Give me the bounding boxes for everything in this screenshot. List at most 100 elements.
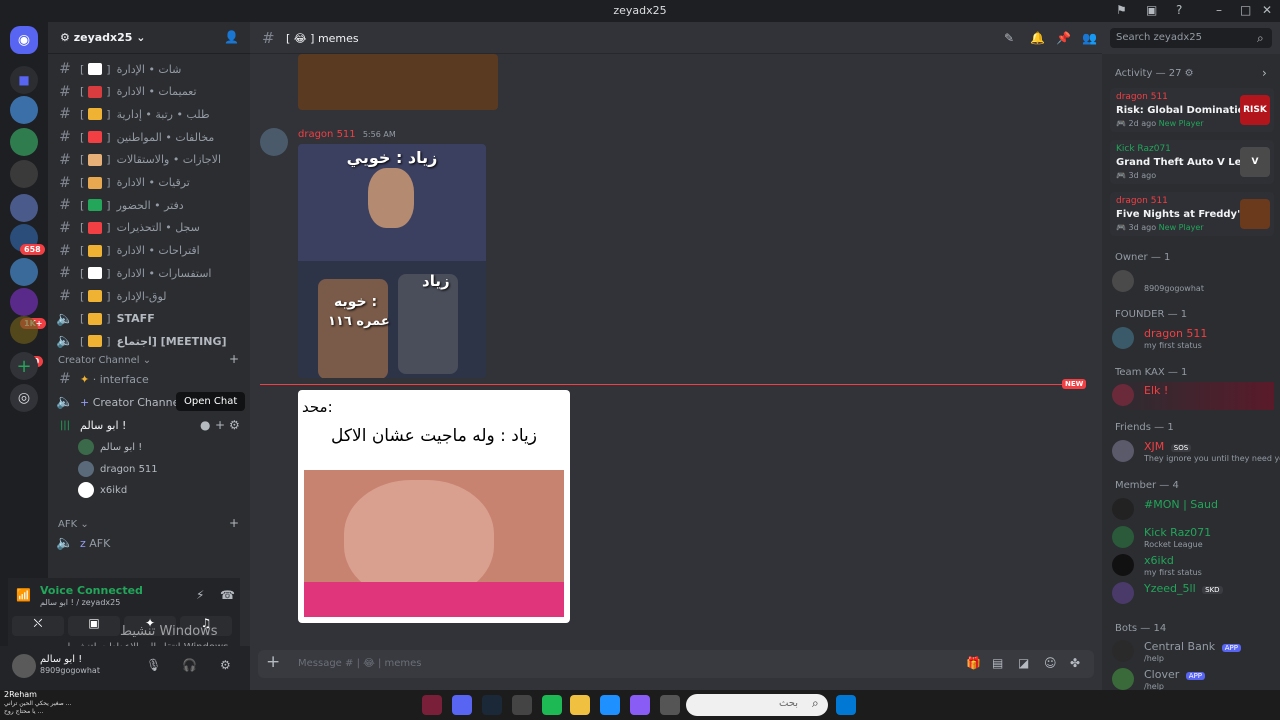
screenshare-button[interactable]: ▣ [68, 616, 120, 636]
channel-item[interactable]: # [] استفسارات • الادارة [56, 262, 242, 284]
add-server-icon[interactable]: + [10, 352, 38, 380]
previous-image[interactable] [298, 54, 498, 110]
folder-icon[interactable] [570, 695, 590, 715]
app-icon-1[interactable] [422, 695, 442, 715]
noise-icon[interactable]: ⚡ [196, 588, 204, 602]
afk-category[interactable]: AFK ⌄ [58, 519, 89, 530]
edge-icon[interactable] [600, 695, 620, 715]
channel-afk[interactable]: 🔈 z AFK [56, 532, 242, 554]
server-icon-5[interactable] [10, 194, 38, 222]
member-row[interactable]: Elk ! [1112, 382, 1274, 410]
steam-icon[interactable] [482, 695, 502, 715]
chevron-right-icon[interactable]: › [1262, 66, 1267, 80]
apps-icon[interactable]: ✤ [1070, 656, 1080, 670]
server-icon-9[interactable] [10, 316, 38, 344]
camera-button[interactable]: ⛌ [12, 616, 64, 636]
inbox-icon[interactable]: ⚑ [1116, 3, 1127, 17]
add-channel-icon[interactable]: + [229, 352, 239, 366]
attach-icon[interactable]: + [266, 652, 280, 672]
user-name[interactable]: ابو سالم ! [40, 654, 82, 665]
channel-item[interactable]: # [] تعميمات • الادارة [56, 81, 242, 103]
channel-item[interactable]: # [] مخالفات • المواطنين [56, 126, 242, 148]
add-channel-icon[interactable]: + [229, 516, 239, 530]
member-row[interactable]: #MON | Saud [1112, 496, 1274, 524]
start-icon[interactable] [836, 695, 856, 715]
meme-image-2[interactable]: محد: زياد : وله ماجيت عشان الاكل [298, 390, 570, 623]
member-row[interactable]: Kick Raz071 Rocket League [1112, 524, 1274, 552]
server-icon-2[interactable] [10, 96, 38, 124]
activity-card[interactable]: dragon 511 Risk: Global Domination 🎮 2d ag… [1110, 88, 1274, 132]
bell-icon[interactable]: 🔔 [1030, 31, 1045, 45]
members-icon[interactable]: 👥 [1082, 31, 1097, 45]
settings-icon[interactable]: ⚙ [220, 658, 231, 672]
discord-home-icon[interactable]: ◉ [10, 26, 38, 54]
activity-title[interactable]: Activity — 27 ⚙ [1115, 68, 1194, 79]
member-row[interactable]: 8909gogowhat [1112, 268, 1274, 296]
disconnect-icon[interactable]: ☎ [220, 588, 235, 602]
add-user-icon[interactable]: + [215, 418, 225, 432]
message-input[interactable]: Message # | 😂 | memes [298, 658, 422, 669]
server-icon-1[interactable]: ■ [10, 66, 38, 94]
app-icon-9[interactable] [660, 695, 680, 715]
close-button[interactable]: ✕ [1262, 3, 1272, 17]
channel-item[interactable]: # [] طلب • رتبة • إدارية [56, 103, 242, 125]
server-icon-3[interactable] [10, 128, 38, 156]
server-icon-4[interactable] [10, 160, 38, 188]
avatar[interactable] [12, 654, 36, 678]
voice-user[interactable]: x6ikd [78, 480, 127, 500]
app-icon-5[interactable] [542, 695, 562, 715]
emoji-icon[interactable]: ☺ [1044, 656, 1057, 670]
mic-icon[interactable]: 🎙 [146, 658, 161, 672]
server-icon-7[interactable] [10, 258, 38, 286]
taskbar-search[interactable]: بحث [686, 694, 828, 716]
threads-icon[interactable]: ✎ [1004, 31, 1014, 45]
avatar[interactable] [260, 128, 288, 156]
server-header[interactable]: ⚙ zeyadx25 ⌄ 👤 [48, 22, 250, 54]
discord-taskbar-icon[interactable] [452, 695, 472, 715]
channel-item[interactable]: # [] ترقيات • الادارة [56, 172, 242, 194]
app-icon-4[interactable] [512, 695, 532, 715]
activity-card[interactable]: Kick Raz071 Grand Theft Auto V Legacy 🎮 3d… [1110, 140, 1274, 184]
maximize-button[interactable]: □ [1240, 3, 1251, 17]
copilot-icon[interactable] [630, 695, 650, 715]
pin-icon[interactable]: 📌 [1056, 31, 1071, 45]
channel-item[interactable]: 🔈 [] اجتماع] [MEETING] [56, 330, 242, 352]
discover-icon[interactable]: ◎ [10, 384, 38, 412]
search-input[interactable]: Search zeyadx25 [1110, 28, 1272, 48]
gif-icon[interactable]: ▤ [992, 656, 1003, 670]
member-name: dragon 511 [1144, 327, 1208, 340]
gear-icon[interactable]: ⚙ [229, 418, 240, 432]
gift-icon[interactable]: 🎁 [966, 656, 981, 670]
server-icon-8[interactable] [10, 288, 38, 316]
window-icon[interactable]: ▣ [1146, 3, 1157, 17]
activity-user: dragon 511 [1116, 196, 1168, 206]
member-row[interactable]: dragon 511 my first status [1112, 325, 1274, 353]
speaker-icon: 🔈 [56, 394, 74, 410]
chat-icon[interactable]: ● [200, 418, 210, 432]
voice-status[interactable]: Voice Connected [40, 584, 143, 597]
channel-item[interactable]: # [] لوق-الإدارة [56, 285, 242, 307]
channel-item[interactable]: 🔈 [] STAFF [56, 308, 242, 330]
voice-user[interactable]: dragon 511 [78, 459, 158, 479]
help-icon[interactable]: ? [1176, 3, 1182, 17]
member-row[interactable]: Central Bank APP/help [1112, 638, 1274, 666]
member-row[interactable]: x6ikd my first status [1112, 552, 1274, 580]
meme-image-1[interactable]: زياد : خويي زياد خويه : عمره ١١٦ [298, 144, 486, 378]
channel-interface[interactable]: # ✦ · interface [56, 368, 242, 390]
channel-item[interactable]: # [] سجل • التحذيرات [56, 217, 242, 239]
member-row[interactable]: XJM SOS They ignore you until they need y… [1112, 438, 1280, 466]
channel-item[interactable]: # [] شات • الإدارة [56, 58, 242, 80]
channel-item[interactable]: # [] اقتراحات • الادارة [56, 240, 242, 262]
creator-category[interactable]: Creator Channel ⌄ [58, 355, 151, 366]
author-name[interactable]: dragon 511 [298, 129, 356, 140]
channel-item[interactable]: # [] دفتر • الحضور [56, 194, 242, 216]
voice-user[interactable]: ابو سالم ! [78, 437, 142, 457]
activity-card[interactable]: dragon 511 Five Nights at Freddy's 🎮 3d ag… [1110, 192, 1274, 236]
member-row[interactable]: Yzeed_5ll SKD [1112, 580, 1274, 608]
sticker-icon[interactable]: ◪ [1018, 656, 1029, 670]
minimize-button[interactable]: – [1216, 3, 1222, 17]
invite-icon[interactable]: 👤 [224, 30, 239, 44]
channel-item[interactable]: # [] الاجازات • والاستقالات [56, 149, 242, 171]
headphones-icon[interactable]: 🎧 [182, 658, 197, 672]
message-composer[interactable]: + Message # | 😂 | memes 🎁 ▤ ◪ ☺ ✤ [258, 650, 1094, 678]
